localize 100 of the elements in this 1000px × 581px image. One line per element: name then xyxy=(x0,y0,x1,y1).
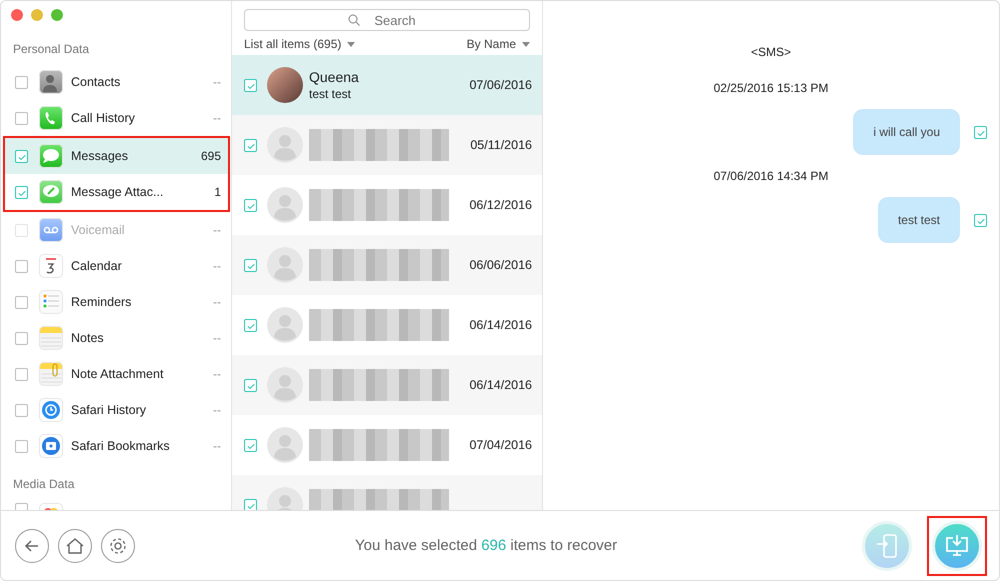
calendar-icon xyxy=(39,254,63,278)
category-row[interactable]: Safari Bookmarks -- xyxy=(1,428,231,464)
avatar-silhouette-icon xyxy=(267,187,303,223)
search-field[interactable]: Search xyxy=(244,9,530,31)
minimize-button[interactable] xyxy=(31,9,43,21)
checkbox[interactable] xyxy=(244,198,257,212)
section-heading: Media Data xyxy=(12,476,76,493)
zoom-button[interactable] xyxy=(51,9,63,21)
list-icon xyxy=(39,290,63,314)
category-row[interactable]: Safari History -- xyxy=(1,392,231,428)
category-row[interactable]: Note Attachment -- xyxy=(1,356,231,392)
notepad-icon xyxy=(39,326,63,350)
monitor-download-icon xyxy=(944,534,970,558)
avatar-silhouette-icon xyxy=(267,427,303,463)
checkbox[interactable] xyxy=(15,332,28,344)
checkbox[interactable] xyxy=(974,214,987,226)
checkbox[interactable] xyxy=(974,126,987,138)
checkbox[interactable] xyxy=(15,296,28,308)
avatar-silhouette-icon xyxy=(267,127,303,163)
checkbox[interactable] xyxy=(244,318,257,332)
item-count: -- xyxy=(213,111,221,125)
conversation-row[interactable]: 06/06/2016 xyxy=(232,235,542,295)
message-bubble: test test xyxy=(878,197,960,243)
checkbox[interactable] xyxy=(15,368,28,380)
search-icon xyxy=(348,14,360,26)
checkbox[interactable] xyxy=(244,258,257,272)
contact-name: Queena xyxy=(309,69,360,85)
message-bubble: i will call you xyxy=(853,109,960,155)
category-label: Voicemail xyxy=(71,223,126,237)
checkbox[interactable] xyxy=(244,138,257,152)
checkbox[interactable] xyxy=(15,186,28,198)
checkbox[interactable] xyxy=(15,150,28,162)
checkbox[interactable] xyxy=(244,378,257,392)
caret-icon xyxy=(347,42,356,46)
category-label: Contacts xyxy=(71,75,122,89)
category-row[interactable]: Notes -- xyxy=(1,320,231,356)
category-label: Call History xyxy=(71,111,136,125)
settings-icon xyxy=(108,536,128,556)
home-button[interactable] xyxy=(58,528,92,562)
category-row[interactable]: Reminders -- xyxy=(1,284,231,320)
category-row[interactable]: Call History -- xyxy=(1,100,231,136)
conversation-row[interactable]: 05/11/2016 xyxy=(232,115,542,175)
checkbox[interactable] xyxy=(244,78,257,92)
message-date: 06/12/2016 xyxy=(469,198,532,212)
checkbox[interactable] xyxy=(15,260,28,272)
item-count: -- xyxy=(213,75,221,89)
caret-icon xyxy=(522,42,530,46)
category-label: Notes xyxy=(71,331,105,345)
conversation-row[interactable]: 06/14/2016 xyxy=(232,355,542,415)
avatar-silhouette-icon xyxy=(267,367,303,403)
message-date: 06/06/2016 xyxy=(469,258,532,272)
sort-dropdown[interactable]: By Name xyxy=(466,37,530,51)
voicemail-icon xyxy=(39,218,63,242)
message-date: 07/06/2016 xyxy=(469,78,532,92)
avatar-silhouette-icon xyxy=(267,247,303,283)
home-icon xyxy=(65,536,85,554)
item-count: 1 xyxy=(214,185,221,199)
item-count: -- xyxy=(213,403,221,417)
category-label: Message Attac... xyxy=(71,185,164,199)
phone-icon xyxy=(39,106,63,130)
message-date: 06/14/2016 xyxy=(469,318,532,332)
category-row[interactable]: Contacts -- xyxy=(1,64,231,100)
message-date: 05/11/2016 xyxy=(470,138,532,152)
section-heading: Personal Data xyxy=(12,41,90,58)
item-count: -- xyxy=(213,295,221,309)
person-icon xyxy=(39,70,63,94)
category-row[interactable]: Calendar -- xyxy=(1,248,231,284)
timestamp: 07/06/2016 14:34 PM xyxy=(712,169,830,183)
clock-icon xyxy=(39,398,63,422)
avatar-silhouette-icon xyxy=(267,307,303,343)
item-count: -- xyxy=(213,223,221,237)
back-button[interactable] xyxy=(15,528,49,562)
filter-dropdown[interactable]: List all items (695) xyxy=(244,37,356,51)
checkbox[interactable] xyxy=(15,112,28,124)
settings-button[interactable] xyxy=(101,528,135,562)
checkbox[interactable] xyxy=(15,404,28,416)
message-preview: test test xyxy=(309,87,352,101)
category-label: Calendar xyxy=(71,259,123,273)
category-row[interactable]: Message Attac... 1 xyxy=(5,174,228,210)
item-count: -- xyxy=(213,259,221,273)
checkbox[interactable] xyxy=(244,498,257,510)
message-date: 07/04/2016 xyxy=(469,438,532,452)
conversation-row[interactable]: Queena test test 07/06/2016 xyxy=(232,55,542,115)
category-row[interactable]: Messages 695 xyxy=(5,138,228,174)
transfer-to-device-button[interactable] xyxy=(862,520,912,570)
item-count: -- xyxy=(213,439,221,453)
close-button[interactable] xyxy=(11,9,23,21)
category-label: Reminders xyxy=(71,295,132,309)
checkbox[interactable] xyxy=(15,76,28,88)
message-date: 06/14/2016 xyxy=(469,378,532,392)
item-count: -- xyxy=(213,367,221,381)
checkbox[interactable] xyxy=(15,440,28,452)
phone-arrow-icon xyxy=(876,532,898,558)
checkbox[interactable] xyxy=(244,438,257,452)
item-count: -- xyxy=(213,331,221,345)
conversation-type: <SMS> xyxy=(750,45,792,59)
category-label: Safari History xyxy=(71,403,148,417)
selection-status: You have selected 696 items to recover xyxy=(355,537,618,554)
timestamp: 02/25/2016 15:13 PM xyxy=(712,81,830,95)
category-label: Safari Bookmarks xyxy=(71,439,171,453)
